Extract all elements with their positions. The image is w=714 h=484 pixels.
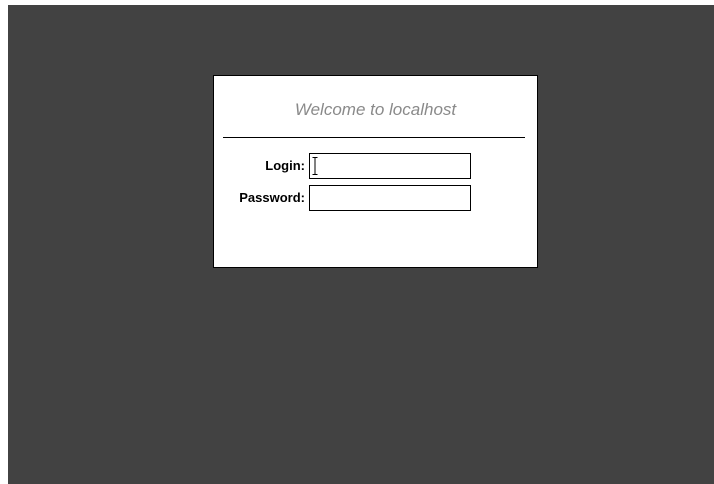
password-input[interactable] [309,185,471,211]
login-label: Login: [265,158,305,173]
desktop-background: Welcome to localhost Login: Password: [8,5,714,484]
welcome-title: Welcome to localhost [294,100,457,119]
login-input[interactable] [309,153,471,179]
password-label: Password: [239,190,305,205]
login-dialog: Welcome to localhost Login: Password: [213,75,538,268]
title-separator [223,137,525,138]
